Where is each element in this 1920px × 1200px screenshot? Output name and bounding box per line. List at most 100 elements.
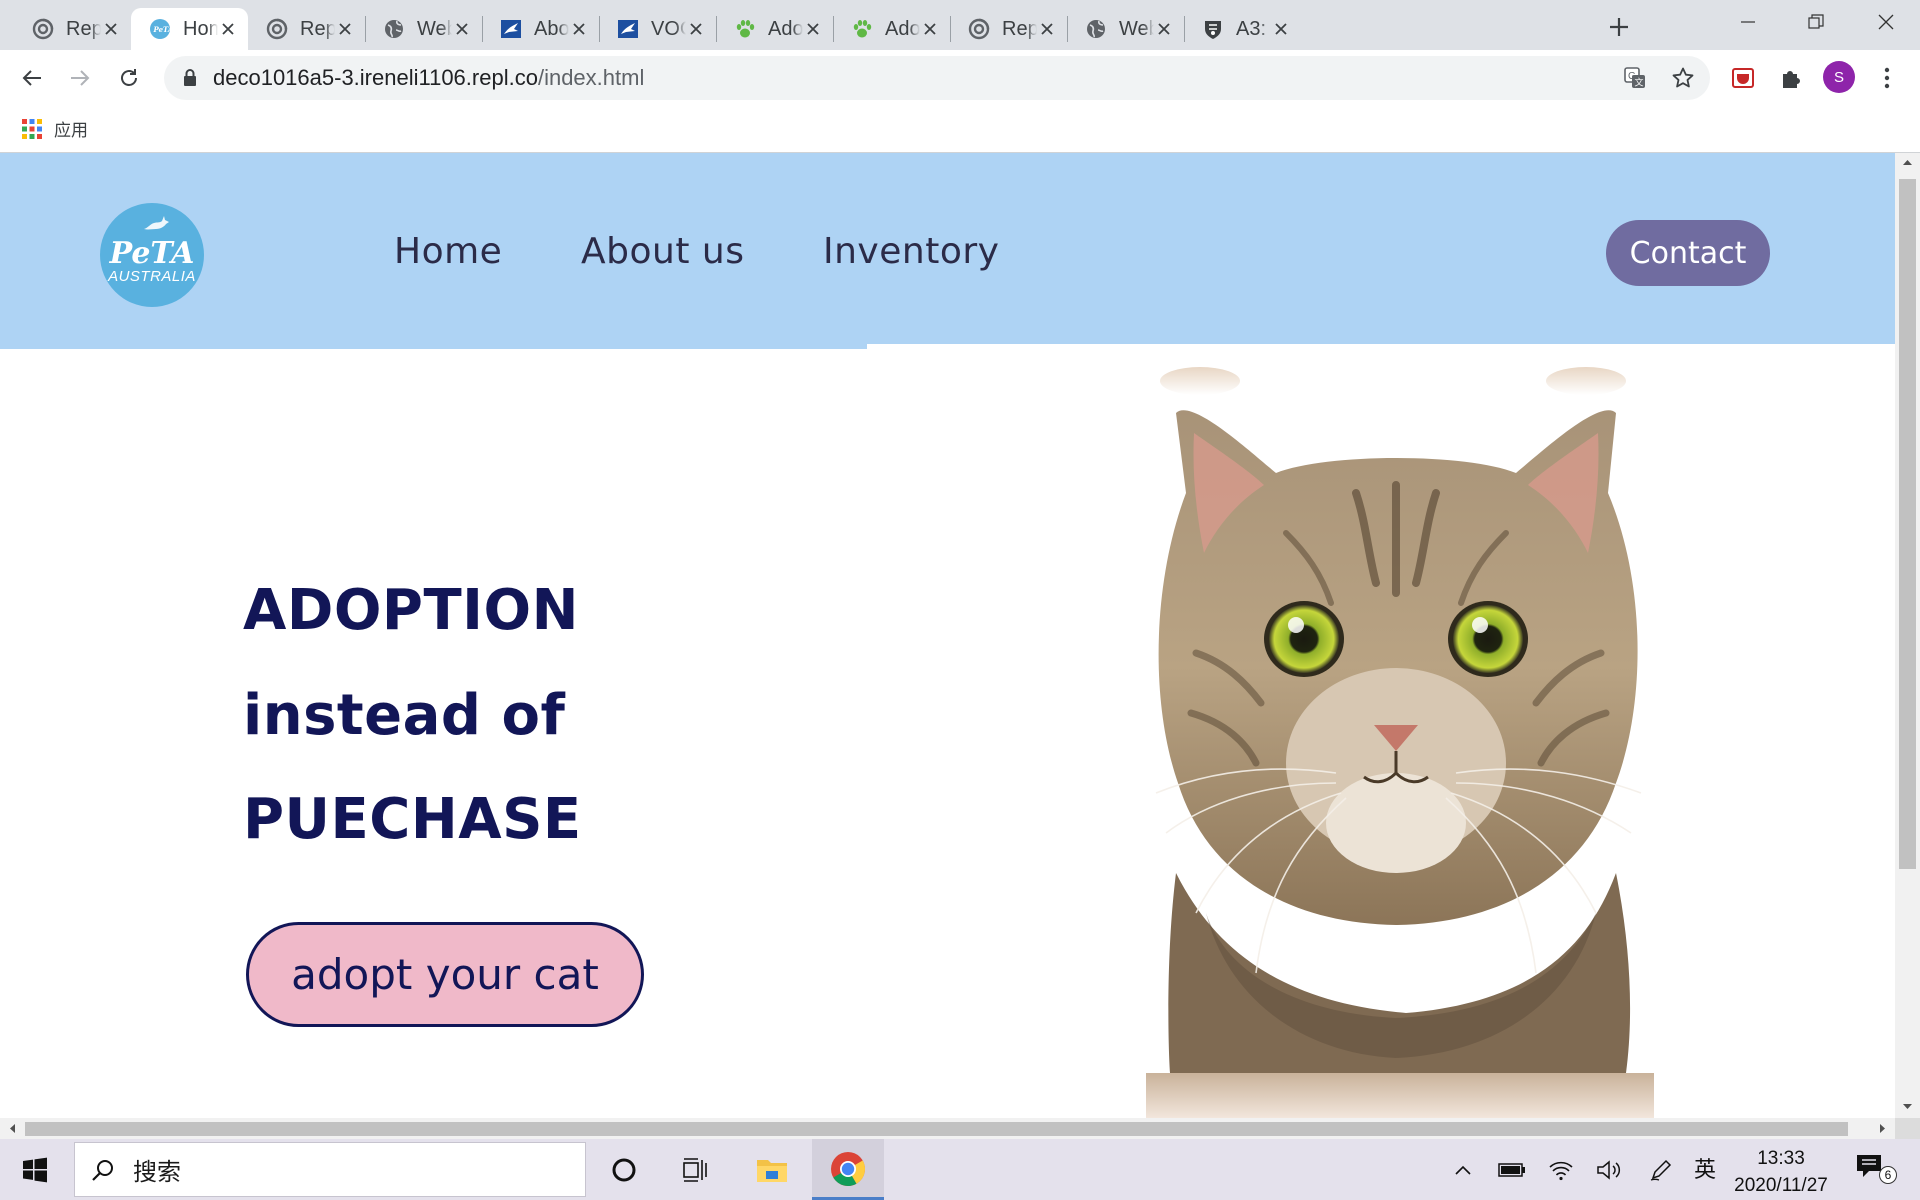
nav-inventory[interactable]: Inventory xyxy=(823,231,999,272)
clock-date: 2020/11/27 xyxy=(1734,1175,1828,1196)
horizontal-scroll-thumb[interactable] xyxy=(25,1122,1848,1136)
search-icon xyxy=(92,1159,113,1181)
browser-tab[interactable]: VOGUE xyxy=(599,8,716,50)
windows-taskbar: 搜索 英 13:33 2020/11/27 6 xyxy=(0,1139,1920,1200)
bird-flag-icon xyxy=(617,18,639,40)
puzzle-icon xyxy=(1783,71,1800,88)
url-text[interactable]: deco1016a5-3.ireneli1106.repl.co/index.h… xyxy=(213,65,644,91)
notification-count-badge: 6 xyxy=(1879,1166,1897,1184)
browser-tab[interactable]: Repl.it xyxy=(248,8,365,50)
tab-title: Web xyxy=(417,17,452,40)
close-tab-icon[interactable] xyxy=(452,19,472,39)
close-tab-icon[interactable] xyxy=(101,19,121,39)
address-bar[interactable]: deco1016a5-3.ireneli1106.repl.co/index.h… xyxy=(164,56,1710,100)
close-tab-icon[interactable] xyxy=(803,19,823,39)
tab-title: Adop xyxy=(885,17,920,40)
chrome-menu-button[interactable] xyxy=(1870,61,1904,95)
translate-button[interactable]: G文 xyxy=(1622,65,1648,91)
system-clock[interactable]: 13:33 2020/11/27 xyxy=(1722,1145,1840,1199)
speaker-icon xyxy=(1597,1160,1621,1180)
new-tab-button[interactable] xyxy=(1602,10,1636,44)
show-hidden-icons-button[interactable] xyxy=(1448,1155,1478,1185)
apps-grid-icon xyxy=(22,118,42,139)
browser-tab[interactable]: PeTA Home xyxy=(131,8,248,50)
cortana-circle-icon xyxy=(612,1158,636,1181)
vertical-scroll-thumb[interactable] xyxy=(1899,179,1916,869)
browser-tab[interactable]: Adop xyxy=(833,8,950,50)
adopt-your-cat-button[interactable]: adopt your cat xyxy=(246,922,644,1027)
close-tab-icon[interactable] xyxy=(569,19,589,39)
browser-tab[interactable]: A3: W xyxy=(1184,8,1301,50)
reload-button[interactable] xyxy=(111,60,147,96)
replit-icon xyxy=(32,18,54,40)
replit-icon xyxy=(968,18,990,40)
scroll-down-arrow-icon xyxy=(1903,1104,1912,1109)
profile-avatar[interactable]: S xyxy=(1823,61,1855,93)
input-method-indicator[interactable]: 英 xyxy=(1694,1152,1716,1184)
close-tab-icon[interactable] xyxy=(920,19,940,39)
peta-logo[interactable]: PeTA AUSTRALIA xyxy=(100,203,204,307)
action-center-button[interactable]: 6 xyxy=(1855,1153,1897,1189)
apps-shortcut[interactable]: 应用 xyxy=(22,116,88,141)
pen-tray-button[interactable] xyxy=(1646,1155,1676,1185)
tab-title: A3: W xyxy=(1236,17,1271,40)
chevron-up-icon xyxy=(1455,1165,1471,1175)
close-tab-icon[interactable] xyxy=(1154,19,1174,39)
close-tab-icon[interactable] xyxy=(686,19,706,39)
extension-button[interactable] xyxy=(1726,61,1760,95)
close-tab-icon[interactable] xyxy=(1271,19,1291,39)
vertical-scrollbar[interactable] xyxy=(1895,153,1920,1118)
shield-extension-icon xyxy=(1732,68,1754,88)
network-tray-button[interactable] xyxy=(1546,1155,1576,1185)
wifi-icon xyxy=(1549,1161,1573,1181)
translate-icon: G文 xyxy=(1624,67,1645,89)
logo-wordmark: PeTA xyxy=(109,236,195,271)
file-explorer-button[interactable] xyxy=(746,1147,798,1192)
scroll-left-arrow-icon xyxy=(10,1124,15,1133)
browser-tab[interactable]: Adop xyxy=(716,8,833,50)
nav-about-us[interactable]: About us xyxy=(581,231,744,272)
apps-label: 应用 xyxy=(54,121,88,141)
forward-button[interactable] xyxy=(62,60,98,96)
url-path: /index.html xyxy=(537,65,645,90)
horizontal-scrollbar[interactable] xyxy=(0,1118,1895,1139)
bookmark-star-button[interactable] xyxy=(1670,65,1696,91)
chrome-icon xyxy=(831,1152,865,1186)
nav-home[interactable]: Home xyxy=(394,231,502,272)
battery-tray-button[interactable] xyxy=(1497,1155,1527,1185)
browser-tab[interactable]: Web xyxy=(365,8,482,50)
cat-photo xyxy=(1146,353,1654,1118)
minimize-icon xyxy=(1741,21,1755,23)
task-view-icon xyxy=(683,1157,707,1182)
tab-title: VOGUE xyxy=(651,17,686,40)
restore-button[interactable] xyxy=(1782,0,1850,44)
tab-title: About xyxy=(534,17,569,40)
contact-button[interactable]: Contact xyxy=(1606,220,1770,286)
back-button[interactable] xyxy=(14,60,50,96)
chrome-taskbar-button[interactable] xyxy=(812,1139,884,1200)
close-tab-icon[interactable] xyxy=(335,19,355,39)
more-vert-icon xyxy=(1884,67,1890,89)
extensions-menu-button[interactable] xyxy=(1774,61,1808,95)
taskbar-search-box[interactable]: 搜索 xyxy=(74,1142,586,1197)
globe-icon xyxy=(1085,18,1107,40)
start-button[interactable] xyxy=(10,1149,60,1190)
bunny-icon xyxy=(144,216,169,230)
browser-tab[interactable]: About xyxy=(482,8,599,50)
close-tab-icon[interactable] xyxy=(218,19,238,39)
volume-tray-button[interactable] xyxy=(1594,1155,1624,1185)
minimize-button[interactable] xyxy=(1714,0,1782,44)
browser-tab[interactable]: Repl.it xyxy=(14,8,131,50)
tab-title: Repl.it xyxy=(1002,17,1037,40)
windows-logo-icon xyxy=(23,1157,47,1182)
task-view-button[interactable] xyxy=(670,1147,722,1192)
scroll-right-arrow-icon xyxy=(1880,1124,1885,1133)
browser-tab[interactable]: Repl.it xyxy=(950,8,1067,50)
arrow-right-icon xyxy=(71,70,90,86)
hero-heading-line-1: ADOPTION xyxy=(243,578,579,643)
close-window-button[interactable] xyxy=(1852,0,1920,44)
scrollbar-corner xyxy=(1895,1118,1920,1139)
close-tab-icon[interactable] xyxy=(1037,19,1057,39)
cortana-button[interactable] xyxy=(598,1147,650,1192)
browser-tab[interactable]: Web xyxy=(1067,8,1184,50)
